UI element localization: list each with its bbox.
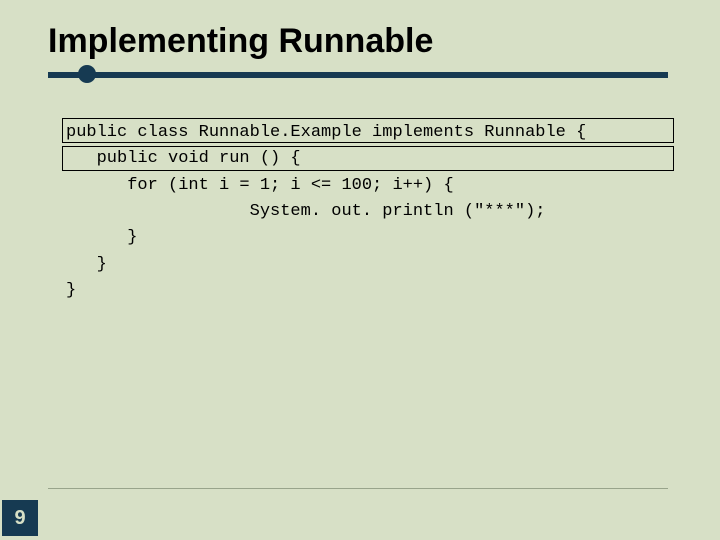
footer-rule — [48, 488, 668, 489]
code-line-5: } — [66, 225, 666, 251]
code-line-3: for (int i = 1; i <= 100; i++) { — [66, 173, 666, 199]
code-line-4: System. out. println ("***"); — [66, 199, 666, 225]
slide: Implementing Runnable public class Runna… — [0, 0, 720, 540]
code-line-7: } — [66, 278, 666, 304]
code-line-6: } — [66, 252, 666, 278]
page-number: 9 — [14, 507, 25, 530]
code-line-1: public class Runnable.Example implements… — [66, 120, 666, 146]
code-block: public class Runnable.Example implements… — [66, 120, 666, 304]
title-dot-icon — [78, 65, 96, 83]
slide-title: Implementing Runnable — [48, 22, 433, 61]
code-line-2: public void run () { — [66, 146, 666, 172]
page-number-badge: 9 — [2, 500, 38, 536]
title-underline — [48, 72, 668, 78]
